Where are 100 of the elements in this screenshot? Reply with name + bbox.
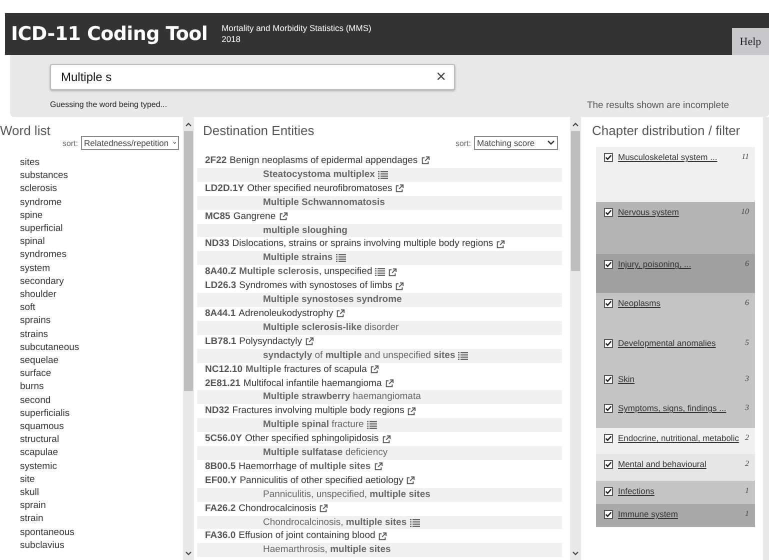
chapter-link[interactable]: Injury, poisoning, ...: [618, 259, 740, 270]
word-item[interactable]: site: [0, 472, 183, 486]
synonym-row[interactable]: Steatocystoma multiplex: [197, 168, 562, 182]
chapter-row[interactable]: Nervous system 10: [596, 202, 755, 254]
external-link-icon[interactable]: [374, 462, 383, 472]
help-button[interactable]: Help: [732, 28, 769, 55]
chapter-row[interactable]: Symptoms, signs, findings ... 3: [596, 398, 755, 428]
word-item[interactable]: surface: [0, 367, 183, 380]
word-item[interactable]: sprains: [0, 314, 183, 328]
entity-row[interactable]: 2E81.21 Multifocal infantile haemangioma: [197, 376, 562, 390]
synonym-row[interactable]: Multiple strains: [197, 251, 562, 266]
external-link-icon[interactable]: [407, 406, 416, 416]
chapter-link[interactable]: Infections: [618, 486, 740, 496]
word-item[interactable]: sites: [0, 156, 183, 170]
entity-row[interactable]: LB78.1 Polysyndactyly: [197, 334, 562, 349]
word-item[interactable]: strain: [0, 512, 183, 526]
word-item[interactable]: system: [0, 262, 183, 275]
synonym-row[interactable]: Chondrocalcinosis, multiple sites: [197, 516, 562, 530]
chevron-up-icon[interactable]: [185, 122, 192, 126]
entity-row[interactable]: 8A40.Z Multiple sclerosis, unspecified: [197, 265, 562, 280]
word-item[interactable]: spine: [0, 208, 183, 222]
checkbox[interactable]: [604, 434, 613, 443]
checkbox[interactable]: [604, 153, 613, 162]
chapter-row[interactable]: Endocrine, nutritional, metabolic 2: [596, 428, 755, 454]
search-field[interactable]: Multiple s ×: [50, 64, 455, 90]
checkbox[interactable]: [604, 338, 613, 348]
chapter-link[interactable]: Symptoms, signs, findings ...: [618, 403, 740, 414]
entity-row[interactable]: NC12.10 Multiple fractures of scapula: [197, 362, 562, 376]
word-item[interactable]: substances: [0, 169, 183, 182]
chevron-down-icon[interactable]: [185, 550, 192, 556]
external-link-icon[interactable]: [388, 268, 398, 277]
checkbox[interactable]: [604, 299, 613, 308]
external-link-icon[interactable]: [382, 434, 391, 444]
external-link-icon[interactable]: [496, 240, 506, 249]
entity-row[interactable]: LD2D.1Y Other specified neurofibromatoses: [197, 182, 562, 196]
chapter-link[interactable]: Endocrine, nutritional, metabolic: [618, 432, 740, 443]
chapter-row[interactable]: Skin 3: [596, 368, 755, 398]
chapter-row[interactable]: Infections 1: [596, 480, 755, 504]
checkbox[interactable]: [604, 486, 613, 496]
checkbox[interactable]: [604, 460, 613, 470]
clear-button[interactable]: ×: [436, 67, 446, 87]
chapter-link[interactable]: Developmental anomalies: [618, 338, 740, 348]
entity-row[interactable]: EF00.Y Panniculitis of other specified aetiology: [197, 474, 562, 488]
synonym-row[interactable]: Multiple synostoses syndrome: [197, 293, 562, 307]
word-item[interactable]: sclerosis: [0, 182, 183, 196]
sort-dropdown[interactable]: Matching score: [474, 136, 558, 150]
checkbox[interactable]: [604, 374, 613, 384]
entity-row[interactable]: 8A44.1 Adrenoleukodystrophy: [197, 306, 562, 321]
list-icon[interactable]: [375, 268, 386, 276]
chapter-row[interactable]: Mental and behavioural 2: [596, 454, 755, 481]
chevron-down-icon[interactable]: [572, 550, 579, 556]
word-item[interactable]: syndrome: [0, 196, 183, 209]
synonym-row[interactable]: Multiple sulfatase deficiency: [197, 446, 562, 460]
external-link-icon[interactable]: [378, 532, 388, 541]
external-link-icon[interactable]: [420, 156, 430, 166]
chapter-row[interactable]: Injury, poisoning, ... 6: [596, 254, 755, 294]
synonym-row[interactable]: Multiple sclerosis-like disorder: [197, 320, 562, 335]
entity-row[interactable]: 5C56.0Y Other specified sphingolipidosis: [197, 432, 562, 446]
external-link-icon[interactable]: [319, 504, 328, 514]
word-item[interactable]: structural: [0, 433, 183, 446]
scrollbar[interactable]: [183, 117, 194, 560]
word-item[interactable]: subcutaneous: [0, 340, 183, 354]
word-item[interactable]: systemic: [0, 460, 183, 473]
entity-row[interactable]: MC85 Gangrene: [197, 210, 562, 224]
word-item[interactable]: secondary: [0, 274, 183, 288]
checkbox[interactable]: [604, 208, 613, 218]
chapter-link[interactable]: Nervous system: [618, 207, 736, 218]
external-link-icon[interactable]: [384, 378, 394, 388]
list-icon[interactable]: [378, 170, 388, 179]
word-item[interactable]: subclavius: [0, 538, 183, 552]
word-item[interactable]: syndromes: [0, 248, 183, 262]
word-item[interactable]: spinal: [0, 235, 183, 248]
chapter-link[interactable]: Immune system: [618, 508, 740, 519]
chapter-link[interactable]: Musculoskeletal system ...: [618, 152, 737, 162]
word-item[interactable]: second: [0, 394, 183, 407]
entity-row[interactable]: FA26.2 Chondrocalcinosis: [197, 502, 562, 516]
word-item[interactable]: superficial: [0, 222, 183, 236]
chapter-row[interactable]: Developmental anomalies 5: [596, 332, 755, 369]
word-item[interactable]: strains: [0, 328, 183, 341]
list-icon[interactable]: [366, 421, 377, 430]
word-item[interactable]: shoulder: [0, 288, 183, 302]
entity-row[interactable]: LD26.3 Syndromes with synostoses of limbs: [197, 279, 562, 294]
synonym-row[interactable]: multiple sloughing: [197, 224, 562, 238]
word-item[interactable]: soft: [0, 301, 183, 314]
synonym-row[interactable]: Haemarthrosis, multiple sites: [197, 543, 562, 558]
chapter-row[interactable]: Musculoskeletal system ... 11: [596, 147, 755, 202]
entity-row[interactable]: ND32 Fractures involving multiple body regions: [197, 404, 562, 418]
entity-row[interactable]: FA36.0 Effusion of joint containing blood: [197, 529, 562, 544]
entity-row[interactable]: ND33 Dislocations, strains or sprains involving multiple body regions: [197, 237, 562, 252]
list-icon[interactable]: [336, 254, 346, 262]
external-link-icon[interactable]: [305, 337, 314, 346]
external-link-icon[interactable]: [336, 309, 346, 318]
chapter-row[interactable]: Neoplasms 6: [596, 293, 755, 333]
chapter-row[interactable]: Immune system 1: [596, 504, 755, 527]
checkbox[interactable]: [604, 260, 613, 270]
word-item[interactable]: scapulae: [0, 446, 183, 460]
list-icon[interactable]: [410, 518, 420, 527]
synonym-row[interactable]: Multiple spinal fracture: [197, 418, 562, 432]
list-icon[interactable]: [458, 352, 468, 360]
word-item[interactable]: superficialis: [0, 406, 183, 420]
